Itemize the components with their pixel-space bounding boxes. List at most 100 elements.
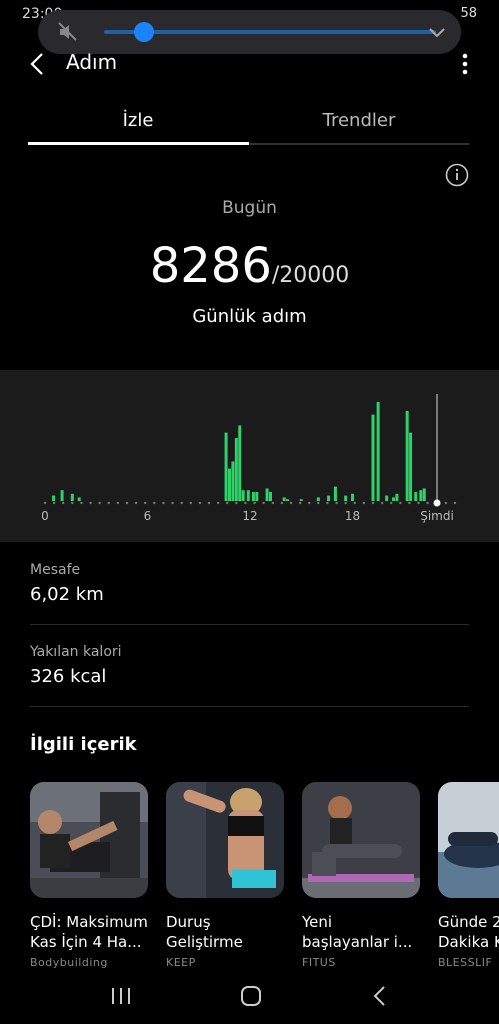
baseline-dot [317, 501, 320, 505]
baseline-dot [226, 501, 229, 505]
chart-bar [265, 488, 269, 501]
now-marker [433, 499, 441, 507]
yoga-woman-image [302, 782, 420, 898]
card-source: Bodybuilding [30, 956, 108, 969]
content-card[interactable]: Günde 2 Dakika K BLESSLIF [438, 782, 499, 969]
x-tick-label: 18 [345, 509, 360, 523]
baseline-dot [271, 501, 274, 505]
chart-bar [395, 493, 399, 501]
page-title: Adım [66, 50, 118, 74]
baseline-dot [335, 501, 338, 505]
content-card[interactable]: Yeni başlayanlar i... FITUS [302, 782, 420, 969]
chart-bar [77, 497, 81, 501]
steps-goal: /20000 [271, 263, 350, 288]
chart-bar [60, 490, 64, 501]
baseline-dot [326, 501, 329, 505]
distance-value: 6,02 km [30, 584, 104, 605]
related-content-title: İlgili içerik [30, 734, 137, 755]
baseline-dot [235, 501, 238, 505]
baseline-dot [71, 501, 74, 505]
baseline-dot [408, 501, 411, 505]
baseline-dot [125, 501, 129, 505]
baseline-dot [198, 501, 202, 505]
volume-panel[interactable] [38, 10, 461, 54]
baseline-dot [144, 501, 147, 505]
card-title: Yeni başlayanlar i... [302, 913, 413, 951]
content-card[interactable]: ÇDİ: Maksimum Kas İçin 4 Ha... Bodybuild… [30, 782, 148, 969]
card-title: Duruş Geliştirme [166, 913, 243, 951]
hourly-steps-chart[interactable]: 0 6 12 18 Şimdi [0, 370, 499, 542]
baseline-dot [116, 501, 120, 505]
chart-bar [422, 488, 426, 501]
x-tick-label: Şimdi [420, 509, 454, 523]
chart-bar [405, 411, 409, 501]
related-content-carousel[interactable]: ÇDİ: Maksimum Kas İçin 4 Ha... Bodybuild… [30, 782, 499, 972]
chart-bar [376, 402, 380, 501]
chart-bar [414, 492, 418, 501]
baseline-dot [344, 501, 347, 505]
card-thumbnail[interactable] [438, 782, 499, 898]
chart-bar [234, 438, 238, 501]
back-arrow-icon[interactable] [26, 50, 50, 78]
baseline-dot [134, 501, 138, 505]
volume-slider-handle[interactable] [134, 22, 154, 42]
x-tick-label: 6 [144, 509, 152, 523]
baseline-dot [80, 501, 83, 505]
distance-label: Mesafe [30, 562, 81, 578]
tab-trendler[interactable]: Trendler [249, 110, 469, 131]
chart-bar [52, 495, 56, 501]
baseline-dot [426, 501, 429, 505]
card-source: BLESSLIF [438, 956, 493, 969]
divider [30, 624, 469, 625]
status-battery: 58 [460, 6, 477, 21]
baseline-dot [171, 501, 174, 505]
baseline-dot [353, 501, 356, 505]
chart-bar [327, 495, 331, 501]
baseline-dot [308, 501, 311, 505]
card-thumbnail[interactable] [30, 782, 148, 898]
back-icon[interactable] [372, 985, 388, 1007]
workout-image [438, 782, 499, 898]
chart-bar [255, 492, 259, 501]
calories-stat[interactable]: Yakılan kalori 326 kcal [30, 644, 122, 687]
recent-apps-icon[interactable] [110, 986, 132, 1006]
chart-bar [409, 432, 413, 501]
baseline-dot [390, 501, 393, 505]
card-source: FITUS [302, 956, 336, 969]
chart-bar [238, 425, 242, 501]
tab-indicator [28, 142, 249, 145]
baseline-dot [444, 501, 448, 505]
chart-svg: 0 6 12 18 Şimdi [41, 394, 457, 523]
baseline-dot [62, 501, 65, 505]
distance-stat[interactable]: Mesafe 6,02 km [30, 562, 104, 605]
chart-bar [344, 495, 348, 501]
chart-bar [419, 490, 423, 501]
card-title: ÇDİ: Maksimum Kas İçin 4 Ha... [30, 913, 148, 951]
chart-bar [70, 493, 74, 501]
chart-bar [392, 497, 395, 501]
baseline-dot [262, 501, 265, 505]
info-icon[interactable] [445, 163, 469, 187]
posture-woman-image [166, 782, 284, 898]
daily-steps-label: Günlük adım [192, 306, 307, 327]
card-thumbnail[interactable] [302, 782, 420, 898]
chart-bar [269, 492, 272, 501]
x-tick-label: 0 [41, 509, 49, 523]
baseline-dot [280, 501, 284, 505]
content-card[interactable]: Duruş Geliştirme KEEP [166, 782, 284, 969]
chevron-down-icon[interactable] [427, 22, 447, 42]
baseline-dot [380, 501, 384, 505]
home-icon[interactable] [240, 985, 262, 1007]
steps-summary: 8286/20000 [0, 238, 499, 294]
more-options-icon[interactable] [461, 52, 469, 76]
chart-bar [282, 497, 286, 501]
mute-icon[interactable] [56, 20, 80, 44]
baseline-dot [107, 501, 110, 505]
baseline-dot [453, 501, 457, 505]
baseline-dot [362, 501, 366, 505]
chart-bar [371, 414, 375, 501]
card-thumbnail[interactable] [166, 782, 284, 898]
tab-izle[interactable]: İzle [28, 110, 248, 131]
chart-bar [246, 490, 250, 501]
calories-label: Yakılan kalori [30, 644, 122, 660]
